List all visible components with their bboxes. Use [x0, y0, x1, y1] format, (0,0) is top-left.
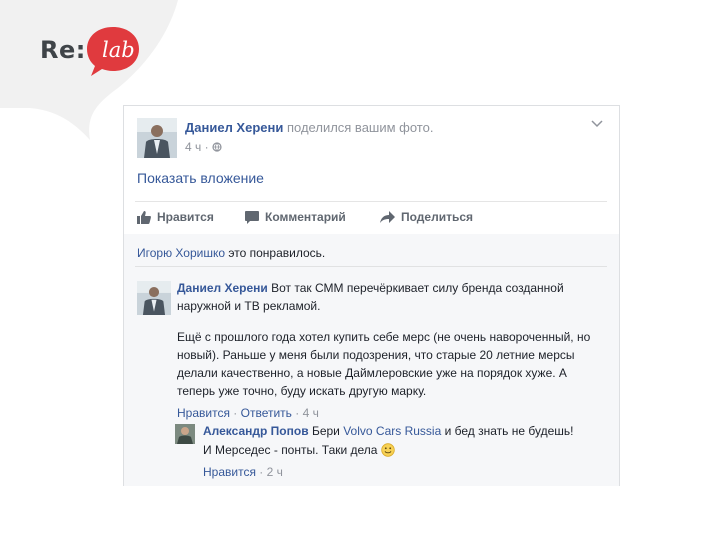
reply-body: Александр Попов Бери Volvo Cars Russia и…: [203, 422, 593, 482]
reply-text-before: Бери: [311, 424, 340, 438]
globe-icon: [212, 142, 222, 152]
like-button[interactable]: Нравится: [137, 210, 214, 224]
comment-paragraph: Ещё с прошлого года хотел купить себе ме…: [177, 330, 591, 398]
post-actions-bar: Нравится Комментарий Поделиться: [135, 201, 607, 235]
reply-line2: И Мерседес - понты. Таки дела: [203, 443, 378, 457]
comment-footer: Нравится · Ответить · 4 ч: [177, 406, 319, 420]
reply-like-link[interactable]: Нравится: [203, 465, 256, 479]
comment-reply-link[interactable]: Ответить: [241, 406, 292, 420]
share-button-label: Поделиться: [401, 210, 474, 224]
commenter-avatar[interactable]: [137, 281, 171, 315]
facebook-post-card: Даниел Херени поделился вашим фото. 4 ч …: [123, 105, 620, 486]
post-time[interactable]: 4 ч: [185, 140, 201, 154]
show-attachment-link[interactable]: Показать вложение: [137, 170, 264, 186]
logo-re-text: Re:: [40, 36, 86, 64]
post-author-line: Даниел Херени поделился вашим фото.: [185, 120, 433, 135]
comment-button[interactable]: Комментарий: [245, 210, 346, 224]
post-action-text: поделился вашим фото.: [286, 120, 434, 135]
logo-lab-text: lab: [102, 38, 135, 62]
reply-brand-link[interactable]: Volvo Cars Russia: [343, 424, 441, 438]
like-button-label: Нравится: [157, 210, 214, 224]
comment-author-name[interactable]: Даниел Херени: [177, 281, 268, 295]
chevron-down-icon[interactable]: [591, 120, 603, 128]
author-avatar[interactable]: [137, 118, 177, 158]
divider: [135, 266, 607, 267]
comments-section: Игорю Хоришко это понравилось. Даниел Хе…: [124, 234, 619, 486]
replier-avatar[interactable]: [175, 424, 195, 444]
reply-footer: Нравится · 2 ч: [203, 465, 283, 479]
comment-time[interactable]: 4 ч: [303, 406, 319, 420]
reply-author-name[interactable]: Александр Попов: [203, 424, 309, 438]
comment-body: Даниел Херени Вот так СММ перечёркивает …: [177, 279, 597, 422]
comment-button-label: Комментарий: [265, 210, 346, 224]
post-author-name[interactable]: Даниел Херени: [185, 120, 283, 135]
smile-emoji-icon: [381, 443, 395, 457]
share-arrow-icon: [380, 211, 395, 223]
share-button[interactable]: Поделиться: [380, 210, 473, 224]
thumbs-up-icon: [137, 211, 151, 224]
reply-text-after: и бед знать не будешь!: [444, 424, 574, 438]
comment-icon: [245, 211, 259, 224]
likes-user-link[interactable]: Игорю Хоришко: [137, 246, 225, 260]
post-meta: 4 ч ·: [185, 140, 222, 154]
reply-time[interactable]: 2 ч: [267, 465, 283, 479]
likes-text: это понравилось.: [228, 246, 326, 260]
likes-summary: Игорю Хоришко это понравилось.: [137, 246, 325, 260]
comment-like-link[interactable]: Нравится: [177, 406, 230, 420]
